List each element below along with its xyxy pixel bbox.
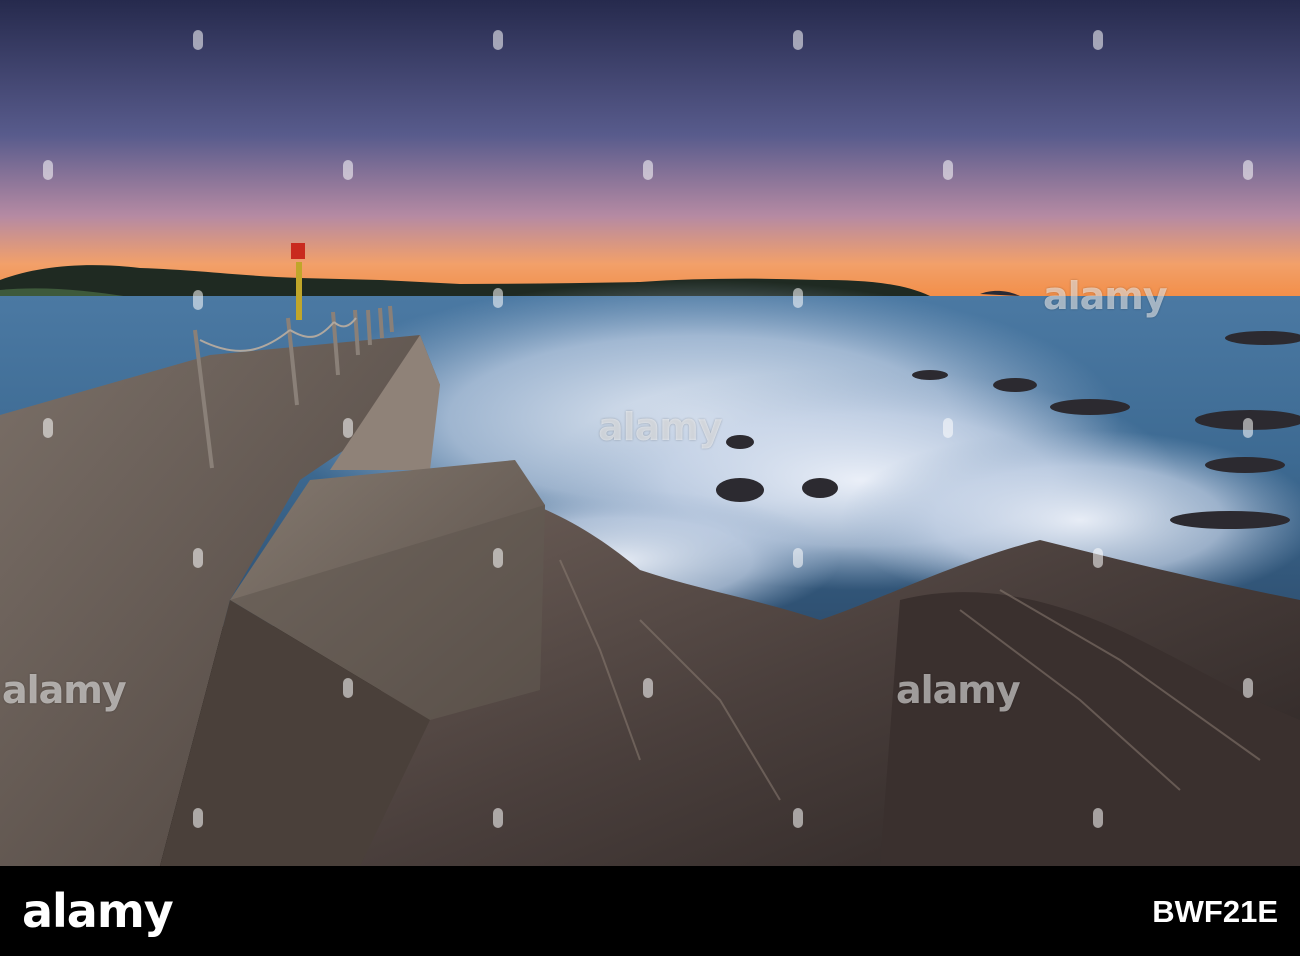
watermark-mark xyxy=(493,288,503,308)
watermark-mark xyxy=(793,808,803,828)
watermark-mark xyxy=(1093,30,1103,50)
watermark-mark xyxy=(193,290,203,310)
footer-bar: alamy BWF21E xyxy=(0,866,1300,956)
watermark-mark xyxy=(793,30,803,50)
watermark-mark xyxy=(1243,418,1253,438)
watermark-mark xyxy=(193,808,203,828)
watermark-mark xyxy=(1093,808,1103,828)
watermark-mark xyxy=(343,418,353,438)
watermark-mark xyxy=(43,160,53,180)
watermark-mark xyxy=(943,160,953,180)
photo-frame: alamy alamy alamy alamy alamy BWF21E xyxy=(0,0,1300,956)
watermark-mark xyxy=(1243,678,1253,698)
watermark-mark xyxy=(193,30,203,50)
watermark-mark xyxy=(1243,160,1253,180)
watermark-mark xyxy=(193,548,203,568)
watermark-mark xyxy=(43,418,53,438)
watermark-mark xyxy=(1093,548,1103,568)
alamy-logo: alamy xyxy=(22,884,174,938)
coastal-sunset-photo xyxy=(0,0,1300,866)
watermark-mark xyxy=(343,678,353,698)
watermark-mark xyxy=(943,418,953,438)
image-id-label: BWF21E xyxy=(1152,894,1278,929)
watermark-mark xyxy=(793,548,803,568)
watermark-mark xyxy=(493,808,503,828)
watermark-mark xyxy=(343,160,353,180)
watermark-mark xyxy=(493,30,503,50)
watermark-mark xyxy=(643,678,653,698)
watermark-mark xyxy=(643,160,653,180)
watermark-mark xyxy=(493,548,503,568)
watermark-mark xyxy=(793,288,803,308)
